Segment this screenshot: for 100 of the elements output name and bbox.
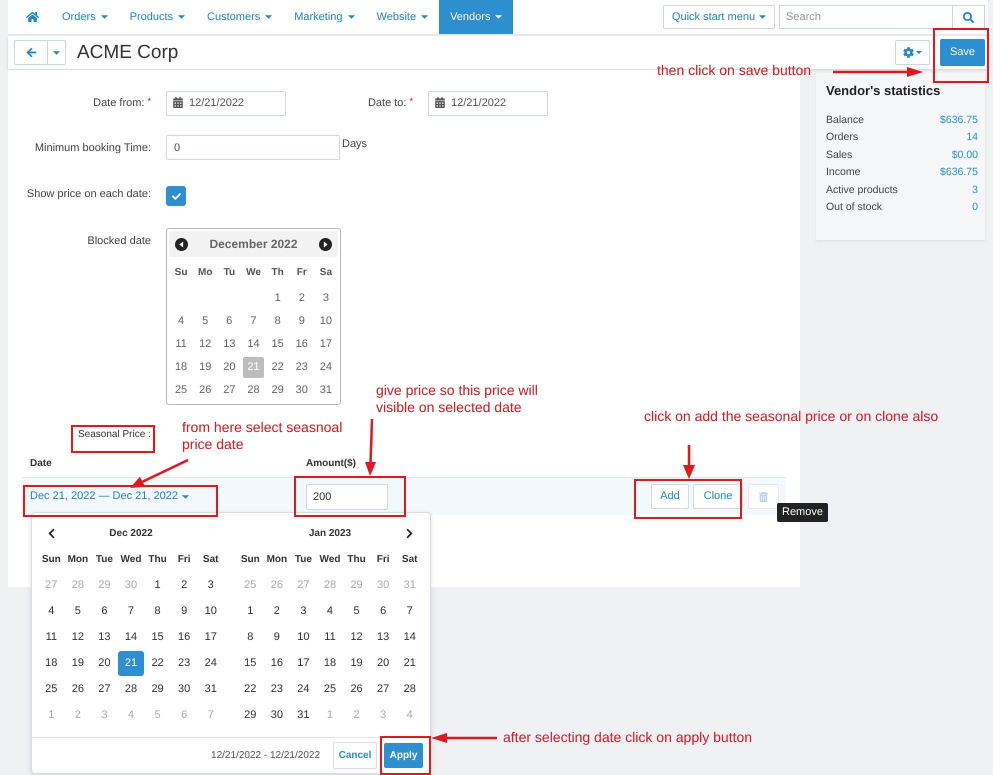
calendar-day[interactable]: 8 [267, 311, 288, 332]
calendar-day[interactable]: 16 [291, 334, 312, 355]
calendar-day[interactable]: 13 [218, 334, 240, 355]
calendar-day[interactable]: 29 [237, 702, 264, 728]
calendar-day[interactable]: 20 [218, 357, 240, 378]
calendar-day[interactable]: 30 [291, 380, 312, 401]
chevron-right-icon[interactable] [405, 528, 414, 538]
calendar-day[interactable]: 2 [264, 598, 290, 624]
calendar-day[interactable]: 22 [267, 357, 288, 378]
calendar-day[interactable]: 29 [144, 676, 171, 702]
calendar-day[interactable]: 1 [237, 598, 264, 624]
back-button[interactable] [14, 40, 48, 65]
calendar-day[interactable]: 12 [64, 624, 92, 650]
date-field[interactable]: 12/21/2022 [428, 90, 548, 116]
calendar-day[interactable]: 3 [315, 288, 336, 309]
calendar-day[interactable]: 12 [343, 624, 370, 650]
row-action-button[interactable]: Add [651, 484, 689, 509]
calendar-day[interactable]: 23 [264, 676, 290, 702]
calendar-day[interactable]: 10 [315, 311, 336, 332]
calendar-day[interactable]: 11 [38, 624, 65, 650]
save-button[interactable]: Save [940, 39, 985, 66]
calendar-day[interactable]: 31 [315, 380, 336, 401]
calendar-day[interactable]: 31 [290, 702, 317, 728]
calendar-day[interactable]: 15 [144, 624, 171, 650]
number-field[interactable]: 0 [166, 135, 340, 160]
calendar-day[interactable]: 7 [242, 311, 264, 332]
calendar-day[interactable]: 24 [290, 676, 317, 702]
calendar-day[interactable]: 2 [170, 572, 198, 598]
calendar-day[interactable]: 14 [396, 624, 423, 650]
calendar-day[interactable]: 31 [197, 676, 224, 702]
calendar-day[interactable]: 26 [194, 380, 216, 401]
nav-tab[interactable]: Vendors [439, 0, 514, 34]
calendar-day[interactable]: 6 [91, 598, 118, 624]
calendar-day[interactable]: 25 [170, 380, 192, 401]
calendar-day[interactable]: 8 [237, 624, 264, 650]
calendar-day[interactable]: 17 [197, 624, 224, 650]
chevron-left-icon[interactable] [46, 528, 56, 538]
calendar-day[interactable]: 4 [316, 598, 344, 624]
calendar-day[interactable]: 27 [218, 380, 240, 401]
calendar-day[interactable]: 28 [396, 676, 423, 702]
calendar-day[interactable]: 2 [291, 288, 312, 309]
calendar-day[interactable]: 14 [118, 624, 144, 650]
calendar-day[interactable]: 14 [242, 334, 264, 355]
calendar-day[interactable]: 13 [91, 624, 118, 650]
settings-button[interactable] [895, 40, 930, 65]
calendar-day[interactable]: 29 [267, 380, 288, 401]
calendar-day[interactable]: 26 [64, 676, 92, 702]
calendar-day[interactable]: 17 [290, 650, 317, 676]
calendar-day[interactable]: 24 [197, 650, 224, 676]
calendar-day[interactable]: 11 [170, 334, 192, 355]
calendar-day[interactable]: 4 [38, 598, 65, 624]
calendar-day[interactable]: 15 [267, 334, 288, 355]
calendar-day[interactable]: 7 [118, 598, 144, 624]
calendar-day[interactable]: 30 [170, 676, 198, 702]
calendar-day[interactable]: 8 [144, 598, 171, 624]
calendar-day[interactable]: 5 [64, 598, 92, 624]
calendar-day[interactable]: 18 [38, 650, 65, 676]
circle-arrow-right-icon[interactable] [319, 238, 332, 250]
checkbox[interactable] [166, 186, 186, 206]
home-icon[interactable] [26, 11, 39, 23]
amount-field[interactable]: 200 [306, 484, 388, 510]
calendar-day[interactable]: 3 [290, 598, 317, 624]
calendar-day[interactable]: 21 [396, 650, 423, 676]
calendar-day[interactable]: 25 [38, 676, 65, 702]
calendar-day[interactable]: 20 [370, 650, 396, 676]
calendar-day[interactable]: 23 [291, 357, 312, 378]
apply-button[interactable]: Apply [384, 743, 423, 768]
calendar-day[interactable]: 16 [264, 650, 290, 676]
calendar-day[interactable]: 9 [264, 624, 290, 650]
calendar-day[interactable]: 20 [91, 650, 118, 676]
calendar-day[interactable]: 24 [315, 357, 336, 378]
calendar-day[interactable]: 10 [197, 598, 224, 624]
calendar-day[interactable]: 30 [264, 702, 290, 728]
calendar-day[interactable]: 28 [242, 380, 264, 401]
calendar-day[interactable]: 26 [343, 676, 370, 702]
calendar-day[interactable]: 22 [237, 676, 264, 702]
row-action-button[interactable]: Clone [693, 484, 743, 509]
calendar-day[interactable]: 9 [170, 598, 198, 624]
quick-start-menu-button[interactable]: Quick start menu [663, 5, 775, 29]
calendar-day[interactable]: 19 [343, 650, 370, 676]
circle-arrow-left-icon[interactable] [175, 238, 188, 250]
cancel-button[interactable]: Cancel [333, 742, 377, 769]
calendar-day[interactable]: 19 [194, 357, 216, 378]
calendar-day[interactable]: 27 [370, 676, 396, 702]
calendar-day[interactable]: 21 [118, 650, 144, 676]
calendar-day[interactable]: 13 [370, 624, 396, 650]
calendar-day[interactable]: 23 [170, 650, 198, 676]
calendar-day[interactable]: 28 [118, 676, 144, 702]
search-field[interactable]: Search [779, 5, 953, 29]
date-field[interactable]: 12/21/2022 [166, 90, 286, 116]
calendar-day[interactable]: 5 [194, 311, 216, 332]
calendar-day[interactable]: 12 [194, 334, 216, 355]
calendar-day[interactable]: 9 [291, 311, 312, 332]
date-range-link[interactable]: Dec 21, 2022 — Dec 21, 2022 [30, 490, 189, 503]
calendar-day[interactable]: 18 [316, 650, 344, 676]
calendar-day[interactable]: 6 [370, 598, 396, 624]
calendar-day[interactable]: 15 [237, 650, 264, 676]
calendar-day[interactable]: 7 [396, 598, 423, 624]
calendar-day[interactable]: 22 [144, 650, 171, 676]
calendar-day[interactable]: 11 [316, 624, 344, 650]
